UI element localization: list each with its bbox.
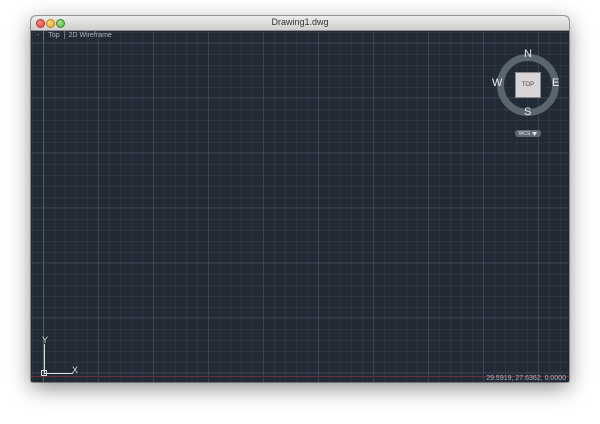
ucs-y-label: Y [42, 335, 49, 345]
wcs-label: WCS [518, 130, 531, 137]
window-title: Drawing1.dwg [271, 17, 329, 27]
ucs-x-axis [44, 373, 73, 374]
chevron-down-icon [532, 131, 538, 136]
visual-style-control[interactable]: 2D Wireframe [69, 32, 112, 39]
ucs-origin-box [41, 370, 47, 376]
ucs-x-label: X [72, 365, 79, 375]
viewport-controls: - Top 2D Wireframe [37, 31, 112, 39]
ucs-y-axis [44, 344, 45, 373]
drawing-window: Drawing1.dwg - Top 2D Wireframe TOP N S … [31, 16, 569, 382]
drawing-canvas[interactable]: - Top 2D Wireframe TOP N S W E WCS Y X 2… [31, 31, 569, 382]
compass-north[interactable]: N [524, 48, 532, 60]
grid [31, 32, 569, 382]
viewport-separator [43, 31, 45, 39]
viewport-separator [63, 31, 65, 39]
wcs-menu-button[interactable]: WCS [515, 130, 541, 137]
compass-south[interactable]: S [524, 106, 531, 118]
y-axis-line [43, 32, 44, 382]
viewcube-top-face[interactable]: TOP [515, 72, 541, 98]
compass-east[interactable]: E [552, 77, 559, 89]
cursor-coordinates: 29.5919, 27.6362, 0.0000 [486, 375, 566, 382]
viewport-menu-button[interactable]: - [37, 32, 39, 39]
view-control[interactable]: Top [48, 32, 59, 39]
compass-west[interactable]: W [492, 77, 502, 89]
title-bar[interactable]: Drawing1.dwg [31, 16, 569, 31]
ucs-icon: Y X [39, 335, 84, 380]
viewcube[interactable]: TOP N S W E [492, 48, 559, 118]
